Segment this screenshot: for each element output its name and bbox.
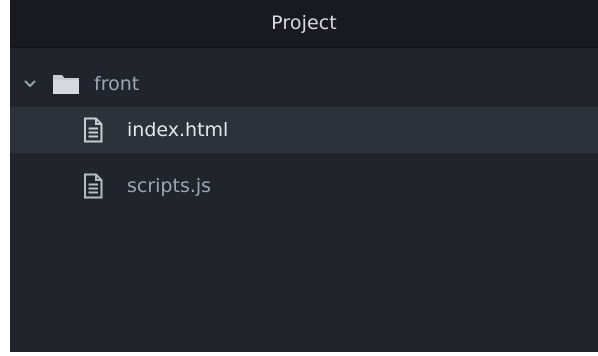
folder-label: front (94, 73, 140, 95)
file-label: scripts.js (127, 175, 212, 197)
panel-header: Project (10, 0, 598, 48)
file-text-icon (84, 173, 103, 199)
folder-icon (53, 75, 79, 94)
chevron-down-icon[interactable] (24, 78, 36, 90)
tree-folder-front[interactable]: front (10, 61, 598, 107)
panel-title: Project (271, 12, 337, 34)
tree-file-index-html[interactable]: index.html (10, 107, 598, 153)
tree-file-scripts-js[interactable]: scripts.js (10, 163, 598, 209)
file-label: index.html (127, 119, 229, 141)
project-panel: Project front index.html scripts.js (10, 0, 598, 352)
file-text-icon (84, 117, 103, 143)
